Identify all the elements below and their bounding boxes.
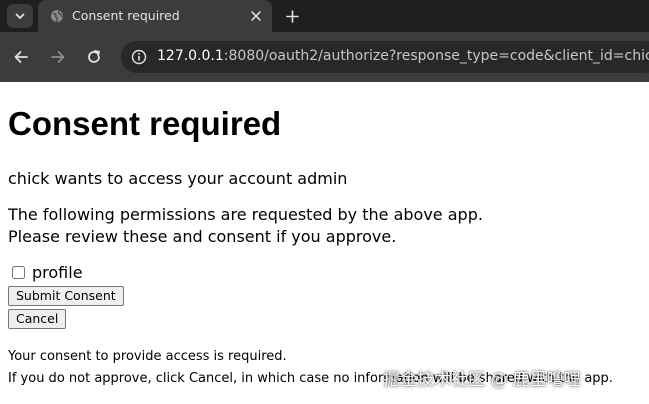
access-request-text: chick wants to access your account admin	[8, 169, 348, 188]
arrow-right-icon	[51, 51, 65, 63]
tab-strip: Consent required	[0, 0, 649, 32]
tab-search-button[interactable]	[7, 4, 33, 28]
back-button[interactable]	[9, 45, 33, 69]
forward-button[interactable]	[46, 45, 70, 69]
tab-consent-required[interactable]: Consent required	[38, 0, 272, 32]
plus-icon	[285, 9, 299, 23]
chevron-down-icon	[15, 13, 25, 19]
browser-toolbar: 127.0.0.1:8080/oauth2/authorize?response…	[0, 32, 649, 82]
cancel-button[interactable]: Cancel	[8, 309, 67, 329]
reload-icon	[88, 50, 100, 63]
scope-label-profile: profile	[32, 262, 83, 282]
submit-consent-button[interactable]: Submit Consent	[8, 286, 124, 306]
scope-row-profile: profile	[8, 262, 83, 282]
new-tab-button[interactable]	[283, 7, 301, 25]
watermark: 掘金技术社区 @ 鹿里噜哩	[383, 370, 581, 390]
permissions-text-line-1: The following permissions are requested …	[8, 205, 483, 224]
permissions-text-line-2: Please review these and consent if you a…	[8, 227, 397, 246]
site-info-button[interactable]	[130, 48, 148, 66]
arrow-left-icon	[14, 51, 28, 63]
info-icon	[131, 49, 147, 65]
browser-chrome: Consent required 127.0.0.1:8080/oauth2/a…	[0, 0, 649, 82]
url-text: 127.0.0.1:8080/oauth2/authorize?response…	[157, 48, 649, 64]
scope-checkbox-profile[interactable]	[12, 265, 25, 279]
address-bar[interactable]: 127.0.0.1:8080/oauth2/authorize?response…	[121, 41, 649, 73]
page-title: Consent required	[8, 105, 282, 142]
page-content: Consent required chick wants to access y…	[0, 82, 649, 404]
globe-icon	[51, 10, 64, 22]
url-host: 127.0.0.1	[157, 48, 224, 64]
close-tab-button[interactable]	[248, 8, 264, 24]
url-path: :8080/oauth2/authorize?response_type=cod…	[223, 48, 649, 64]
reload-button[interactable]	[82, 45, 106, 69]
tab-title: Consent required	[72, 8, 180, 23]
close-icon	[251, 11, 261, 21]
consent-required-note: Your consent to provide access is requir…	[8, 349, 287, 364]
